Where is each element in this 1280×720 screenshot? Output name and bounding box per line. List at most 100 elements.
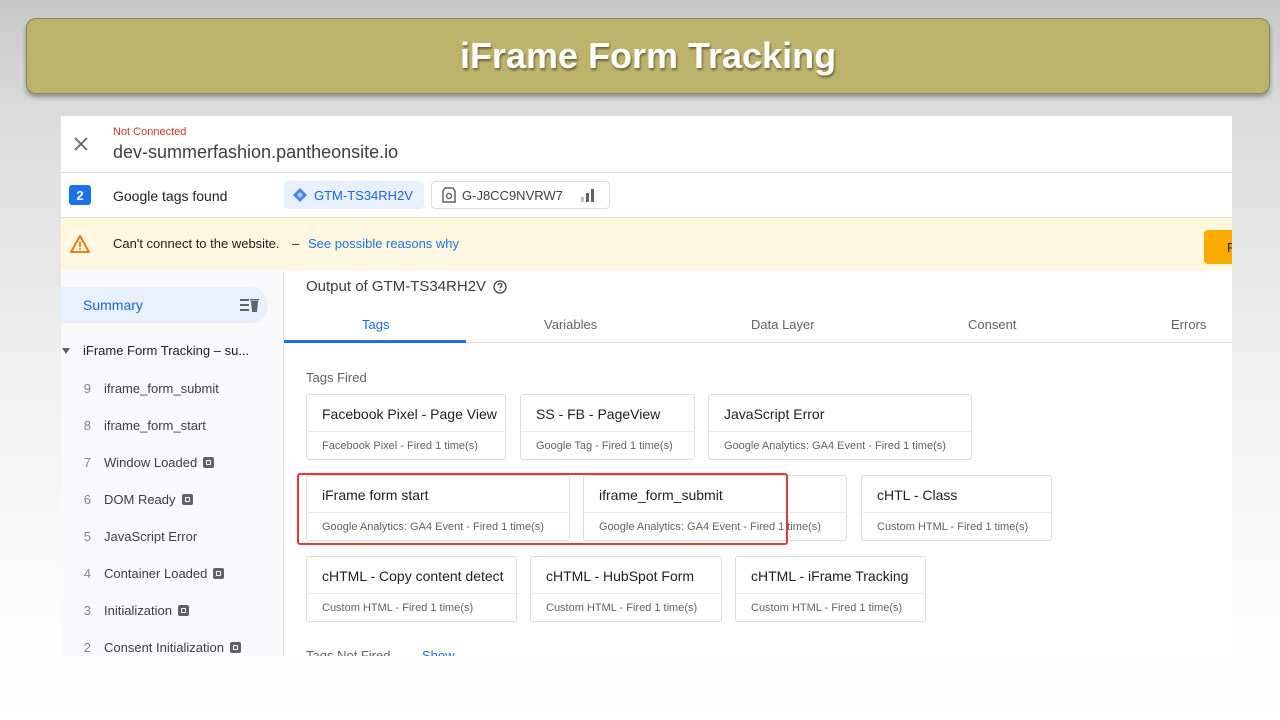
tag-card-name: Facebook Pixel - Page View	[322, 406, 497, 422]
event-label: Container Loaded	[104, 566, 225, 581]
tag-card-status: Google Tag - Fired 1 time(s)	[521, 431, 694, 459]
event-number: 8	[83, 418, 91, 433]
sidebar-event-item[interactable]: 6 DOM Ready	[61, 489, 283, 511]
summary-item[interactable]: Summary	[61, 287, 268, 323]
tag-card-name: JavaScript Error	[724, 406, 825, 422]
sidebar-event-item[interactable]: 2 Consent Initialization	[61, 637, 283, 656]
warning-action-label: F	[1227, 240, 1232, 255]
event-label-text: JavaScript Error	[104, 529, 198, 544]
event-sidebar: Summary iFrame Form Tracking – su... 9 if…	[61, 271, 284, 656]
sidebar-event-item[interactable]: 7 Window Loaded	[61, 452, 283, 474]
show-not-fired-link[interactable]: Show	[422, 648, 455, 656]
event-number: 2	[83, 640, 91, 655]
code-icon	[203, 457, 215, 468]
connection-status: Not Connected	[113, 126, 187, 138]
sidebar-event-item[interactable]: 3 Initialization	[61, 600, 283, 622]
event-label: Consent Initialization	[104, 640, 241, 655]
code-icon	[181, 494, 193, 505]
tab-tags[interactable]: Tags	[362, 317, 389, 332]
event-label-text: Container Loaded	[104, 566, 208, 581]
tag-card[interactable]: JavaScript Error Google Analytics: GA4 Ev…	[708, 394, 972, 460]
sidebar-group-page[interactable]: iFrame Form Tracking – su...	[61, 341, 283, 361]
event-label: iframe_form_start	[104, 418, 206, 433]
tags-found-label: Google tags found	[113, 188, 228, 204]
tags-found-bar: 2 Google tags found GTM-TS34RH2V G-J8CC9…	[61, 173, 1232, 218]
tag-card-status: Custom HTML - Fired 1 time(s)	[736, 593, 925, 621]
tags-fired-heading: Tags Fired	[306, 370, 367, 385]
event-label: Initialization	[104, 603, 189, 618]
event-label: Window Loaded	[104, 455, 215, 470]
google-tag-icon	[442, 187, 456, 203]
event-number: 7	[83, 455, 91, 470]
tag-card[interactable]: cHTML - HubSpot Form Custom HTML - Fired …	[530, 556, 722, 622]
event-label: DOM Ready	[104, 492, 193, 507]
tags-not-fired-heading: Tags Not Fired	[306, 648, 391, 656]
warning-icon	[70, 235, 90, 253]
tag-card-status: Custom HTML - Fired 1 time(s)	[531, 593, 721, 621]
tab-variables[interactable]: Variables	[544, 317, 597, 332]
slide-title: iFrame Form Tracking	[459, 35, 837, 76]
tab-consent[interactable]: Consent	[968, 317, 1016, 332]
tag-assistant-window: Not Connected dev-summerfashion.pantheon…	[61, 116, 1232, 656]
summary-label: Summary	[83, 297, 143, 313]
tab-errors[interactable]: Errors	[1171, 317, 1206, 332]
code-icon	[213, 568, 225, 579]
help-icon[interactable]	[493, 280, 507, 294]
caret-down-icon[interactable]	[61, 347, 71, 355]
sidebar-event-item[interactable]: 5 JavaScript Error	[61, 526, 283, 548]
tag-card[interactable]: cHTML - iFrame Tracking Custom HTML - Fir…	[735, 556, 926, 622]
event-label: iframe_form_submit	[104, 381, 219, 396]
signal-bars-icon	[580, 189, 594, 202]
event-label-text: Consent Initialization	[104, 640, 224, 655]
ga4-tag-chip[interactable]: G-J8CC9NVRW7	[431, 181, 610, 209]
tag-card-name: cHTML - HubSpot Form	[546, 568, 695, 584]
event-label-text: Window Loaded	[104, 455, 198, 470]
warning-message: Can't connect to the website.	[113, 236, 280, 251]
slide-banner: iFrame Form Tracking	[26, 18, 1270, 94]
sidebar-event-item[interactable]: 9 iframe_form_submit	[61, 378, 283, 400]
gtm-diamond-icon	[293, 188, 307, 202]
warning-dash: –	[292, 236, 300, 251]
tag-card-status: Custom HTML - Fired 1 time(s)	[862, 512, 1051, 540]
warning-action-button[interactable]: F	[1204, 230, 1232, 264]
event-label-text: DOM Ready	[104, 492, 176, 507]
code-icon	[177, 605, 189, 616]
warning-banner: Can't connect to the website. – See poss…	[61, 218, 1232, 270]
main-panel: Output of GTM-TS34RH2V Tags Variables Da…	[284, 271, 1232, 656]
gtm-container-chip[interactable]: GTM-TS34RH2V	[284, 181, 424, 209]
output-title: Output of GTM-TS34RH2V	[306, 278, 487, 295]
active-tab-indicator	[284, 340, 466, 343]
tag-card[interactable]: cHTL - Class Custom HTML - Fired 1 time(s…	[861, 475, 1052, 541]
event-number: 5	[83, 529, 91, 544]
tag-card-name: cHTL - Class	[877, 487, 958, 503]
site-domain: dev-summerfashion.pantheonsite.io	[113, 142, 399, 162]
tag-card-status: Facebook Pixel - Fired 1 time(s)	[307, 431, 505, 459]
ga4-chip-label: G-J8CC9NVRW7	[462, 187, 563, 203]
code-icon	[229, 642, 241, 653]
event-number: 4	[83, 566, 91, 581]
clear-list-icon[interactable]	[239, 296, 259, 314]
tag-card-name: SS - FB - PageView	[536, 406, 661, 422]
event-number: 6	[83, 492, 91, 507]
tag-card-status: Custom HTML - Fired 1 time(s)	[307, 593, 516, 621]
tag-card-name: cHTML - iFrame Tracking	[751, 568, 909, 584]
event-number: 9	[83, 381, 91, 396]
tag-card[interactable]: cHTML - Copy content detect Custom HTML -…	[306, 556, 517, 622]
sidebar-group-label: iFrame Form Tracking – su...	[83, 343, 250, 358]
tag-card-name: cHTML - Copy content detect	[322, 568, 504, 584]
sidebar-event-item[interactable]: 8 iframe_form_start	[61, 415, 283, 437]
tag-card[interactable]: Facebook Pixel - Page View Facebook Pixel…	[306, 394, 506, 460]
sidebar-event-item[interactable]: 4 Container Loaded	[61, 563, 283, 585]
tag-card-status: Google Analytics: GA4 Event - Fired 1 ti…	[709, 431, 971, 459]
close-icon[interactable]	[71, 134, 91, 154]
tag-card[interactable]: SS - FB - PageView Google Tag - Fired 1 t…	[520, 394, 695, 460]
event-label-text: iframe_form_start	[104, 418, 206, 433]
gtm-chip-label: GTM-TS34RH2V	[314, 187, 413, 203]
possible-reasons-link[interactable]: See possible reasons why	[308, 236, 459, 251]
header: Not Connected dev-summerfashion.pantheon…	[61, 116, 1232, 173]
tags-count-badge: 2	[69, 185, 91, 205]
highlight-box	[297, 473, 788, 545]
event-label-text: iframe_form_submit	[104, 381, 219, 396]
tab-data-layer[interactable]: Data Layer	[751, 317, 815, 332]
event-label-text: Initialization	[104, 603, 172, 618]
